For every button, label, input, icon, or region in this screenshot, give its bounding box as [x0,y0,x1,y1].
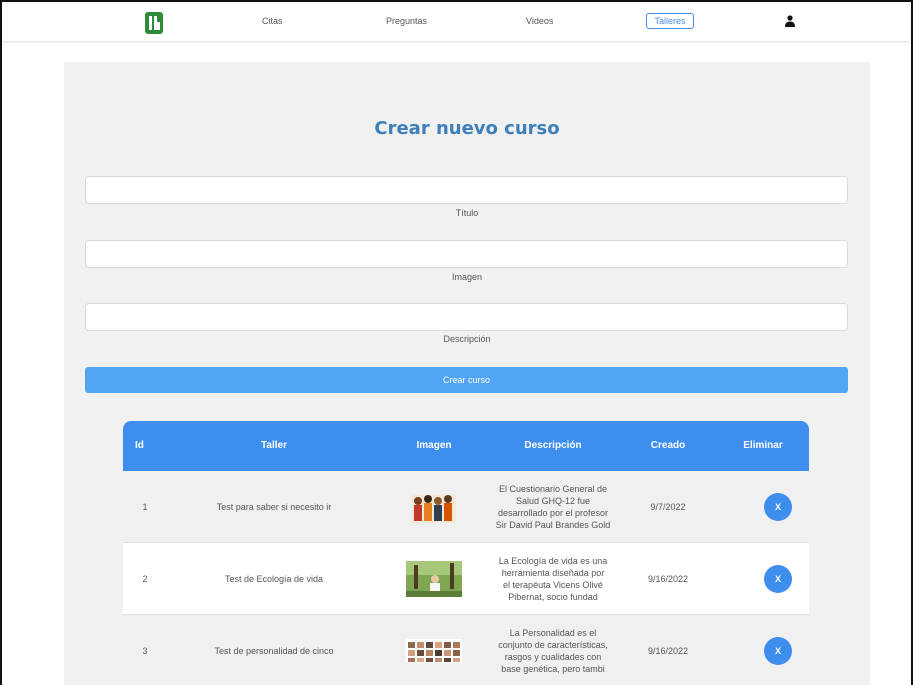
table-header: Id Taller Imagen Descripción Creado Elim… [123,421,809,471]
titulo-label: Título [455,208,479,218]
table-row: 3 Test de personalidad de cinco La Perso… [123,615,809,685]
desc-line: desarrollado por el profesor [497,508,609,518]
desc-line: conjunto de características, [498,640,608,650]
desc-line: La Ecología de vida es una [498,556,608,566]
desc-line: El Cuestionario General de [498,484,608,494]
titulo-input[interactable] [85,176,848,204]
row-taller: Test de personalidad de cinco [214,646,334,656]
desc-line: rasgos y cualidades con [504,652,602,662]
desc-line: Sir David Paul Brandes Gold [495,520,611,530]
row-eliminar: X [723,615,809,685]
nature-person-image [399,543,469,615]
desc-line: Pibernat, socio fundad [508,592,598,602]
desc-line: el terapéuta Vicens Olivé [503,580,603,590]
nav-videos-link[interactable]: Videos [526,16,553,26]
courses-table: Id Taller Imagen Descripción Creado Elim… [123,421,809,685]
row-descripcion: La Personalidad es el conjunto de caract… [483,615,623,685]
table-row: 1 Test para saber si necesito ir El Cues… [123,471,809,543]
row-taller: Test para saber si necesito ir [216,502,332,512]
row-creado: 9/7/2022 [650,502,686,512]
row-id: 2 [142,574,148,584]
imagen-label: Imagen [451,272,483,282]
desc-line: Salud GHQ-12 fue [515,496,591,506]
header-taller: Taller [261,440,287,451]
row-creado: 9/16/2022 [647,646,689,656]
course-form-panel: Crear nuevo curso Título Imagen Descripc… [64,62,870,685]
descripcion-input[interactable] [85,303,848,331]
row-taller: Test de Ecología de vida [224,574,324,584]
header-id: Id [135,440,144,451]
row-descripcion: La Ecología de vida es una herramienta d… [483,543,623,615]
nav-preguntas-link[interactable]: Preguntas [386,16,427,26]
header-creado: Creado [650,440,686,451]
delete-button[interactable]: X [764,493,792,521]
header-descripcion: Descripción [524,440,582,451]
delete-button[interactable]: X [764,637,792,665]
crear-curso-button[interactable]: Crear curso [85,367,848,393]
row-descripcion: El Cuestionario General de Salud GHQ-12 … [483,471,623,543]
descripcion-label: Descripción [443,334,491,344]
delete-button[interactable]: X [764,565,792,593]
people-group-image [399,471,469,543]
row-id: 3 [142,646,148,656]
header-eliminar: Eliminar [743,440,783,451]
page-title: Crear nuevo curso [374,118,560,139]
row-creado: 9/16/2022 [647,574,689,584]
desc-line: herramienta diseñada por [501,568,605,578]
user-icon[interactable] [785,15,795,27]
row-id: 1 [142,502,148,512]
top-navbar: Citas Preguntas Videos Talleres [2,2,909,42]
imagen-input[interactable] [85,240,848,268]
desc-line: La Personalidad es el [509,628,597,638]
desc-line: base genética, pero tambi [501,664,605,674]
faces-grid-image [399,615,469,685]
table-row: 2 Test de Ecología de vida La Ecología d… [123,543,809,615]
logo-icon[interactable] [145,12,163,34]
row-eliminar: X [723,471,809,543]
row-eliminar: X [723,543,809,615]
nav-talleres-link[interactable]: Talleres [646,13,694,29]
nav-citas-link[interactable]: Citas [262,16,283,26]
header-imagen: Imagen [416,440,452,451]
